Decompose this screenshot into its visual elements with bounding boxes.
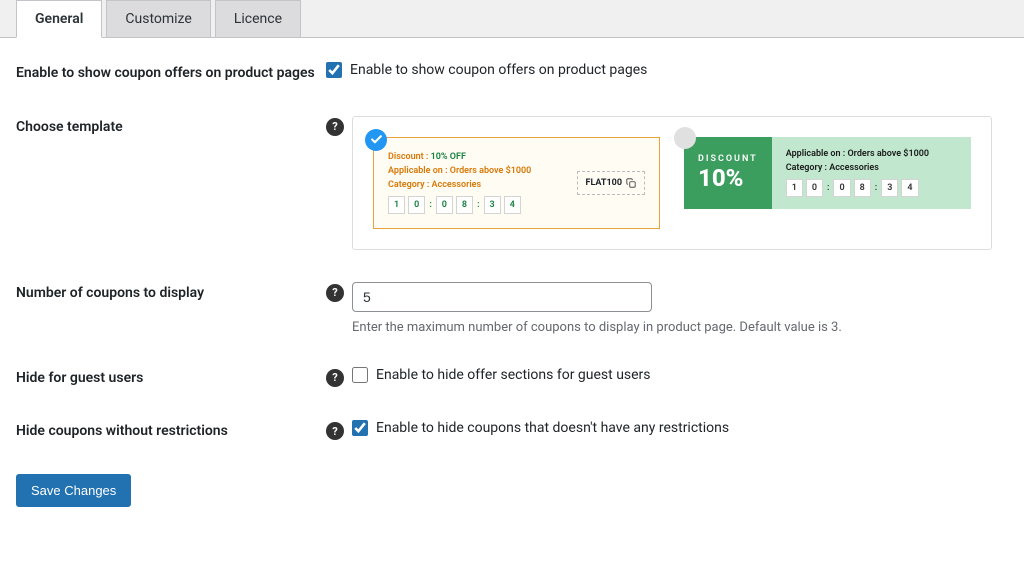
ta-applicable: Applicable on : Orders above $1000: [388, 166, 567, 176]
field-hide-no-restrictions: Hide coupons without restrictions ? Enab…: [16, 420, 1008, 442]
checkbox-wrap-hide-guest[interactable]: Enable to hide offer sections for guest …: [352, 367, 1008, 383]
checkbox-label-hide-guest: Enable to hide offer sections for guest …: [376, 367, 651, 383]
ta-countdown: 1 0 : 0 8 : 3 4: [388, 196, 567, 214]
field-hide-guest: Hide for guest users ? Enable to hide of…: [16, 367, 1008, 389]
checkbox-hide-no-restrictions[interactable]: [352, 420, 368, 436]
unselected-badge-icon: [674, 127, 696, 149]
help-icon[interactable]: ?: [326, 284, 344, 302]
template-option-a[interactable]: Discount : 10% OFF Applicable on : Order…: [373, 137, 660, 229]
tb-category: Category : Accessories: [786, 163, 957, 173]
label-hide-guest: Hide for guest users: [16, 367, 326, 389]
checkbox-enable-offers[interactable]: [326, 62, 342, 78]
tab-customize[interactable]: Customize: [106, 0, 210, 37]
checkbox-label-hide-no-restrictions: Enable to hide coupons that doesn't have…: [376, 420, 729, 436]
save-button[interactable]: Save Changes: [16, 474, 131, 507]
label-enable-offers: Enable to show coupon offers on product …: [16, 62, 326, 84]
form-table: Enable to show coupon offers on product …: [16, 62, 1008, 507]
tb-discount-label: DISCOUNT: [698, 154, 758, 164]
input-num-coupons[interactable]: [352, 282, 652, 312]
checkbox-label-enable-offers: Enable to show coupon offers on product …: [350, 62, 647, 78]
help-icon[interactable]: ?: [326, 118, 344, 136]
tb-countdown: 1 0 : 0 8 : 3 4: [786, 179, 957, 197]
label-hide-no-restrictions: Hide coupons without restrictions: [16, 420, 326, 442]
label-num-coupons: Number of coupons to display: [16, 282, 326, 304]
description-num-coupons: Enter the maximum number of coupons to d…: [352, 320, 1008, 335]
help-icon[interactable]: ?: [326, 369, 344, 387]
tabs-bar: General Customize Licence: [0, 0, 1024, 38]
field-enable-offers: Enable to show coupon offers on product …: [16, 62, 1008, 84]
checkbox-hide-guest[interactable]: [352, 367, 368, 383]
ta-category: Category : Accessories: [388, 180, 567, 190]
ta-code-box: FLAT100: [577, 171, 645, 195]
field-num-coupons: Number of coupons to display ? Enter the…: [16, 282, 1008, 335]
tb-discount-pct: 10%: [698, 164, 758, 192]
template-option-b[interactable]: DISCOUNT 10% Applicable on : Orders abov…: [684, 137, 971, 229]
help-icon[interactable]: ?: [326, 422, 344, 440]
field-choose-template: Choose template ? Discount : 10% OFF: [16, 116, 1008, 250]
tab-licence[interactable]: Licence: [215, 0, 301, 37]
ta-discount-prefix: Discount :: [388, 152, 431, 162]
tb-applicable: Applicable on : Orders above $1000: [786, 149, 957, 159]
checkbox-wrap-enable-offers[interactable]: Enable to show coupon offers on product …: [326, 62, 1008, 78]
template-selector: Discount : 10% OFF Applicable on : Order…: [352, 116, 992, 250]
checkbox-wrap-hide-no-restrictions[interactable]: Enable to hide coupons that doesn't have…: [352, 420, 1008, 436]
ta-discount-value: 10% OFF: [431, 152, 466, 162]
tab-general[interactable]: General: [16, 0, 102, 38]
ta-code: FLAT100: [586, 178, 622, 188]
selected-badge-icon: [365, 129, 387, 151]
copy-icon: [626, 178, 636, 188]
label-choose-template: Choose template: [16, 116, 326, 138]
